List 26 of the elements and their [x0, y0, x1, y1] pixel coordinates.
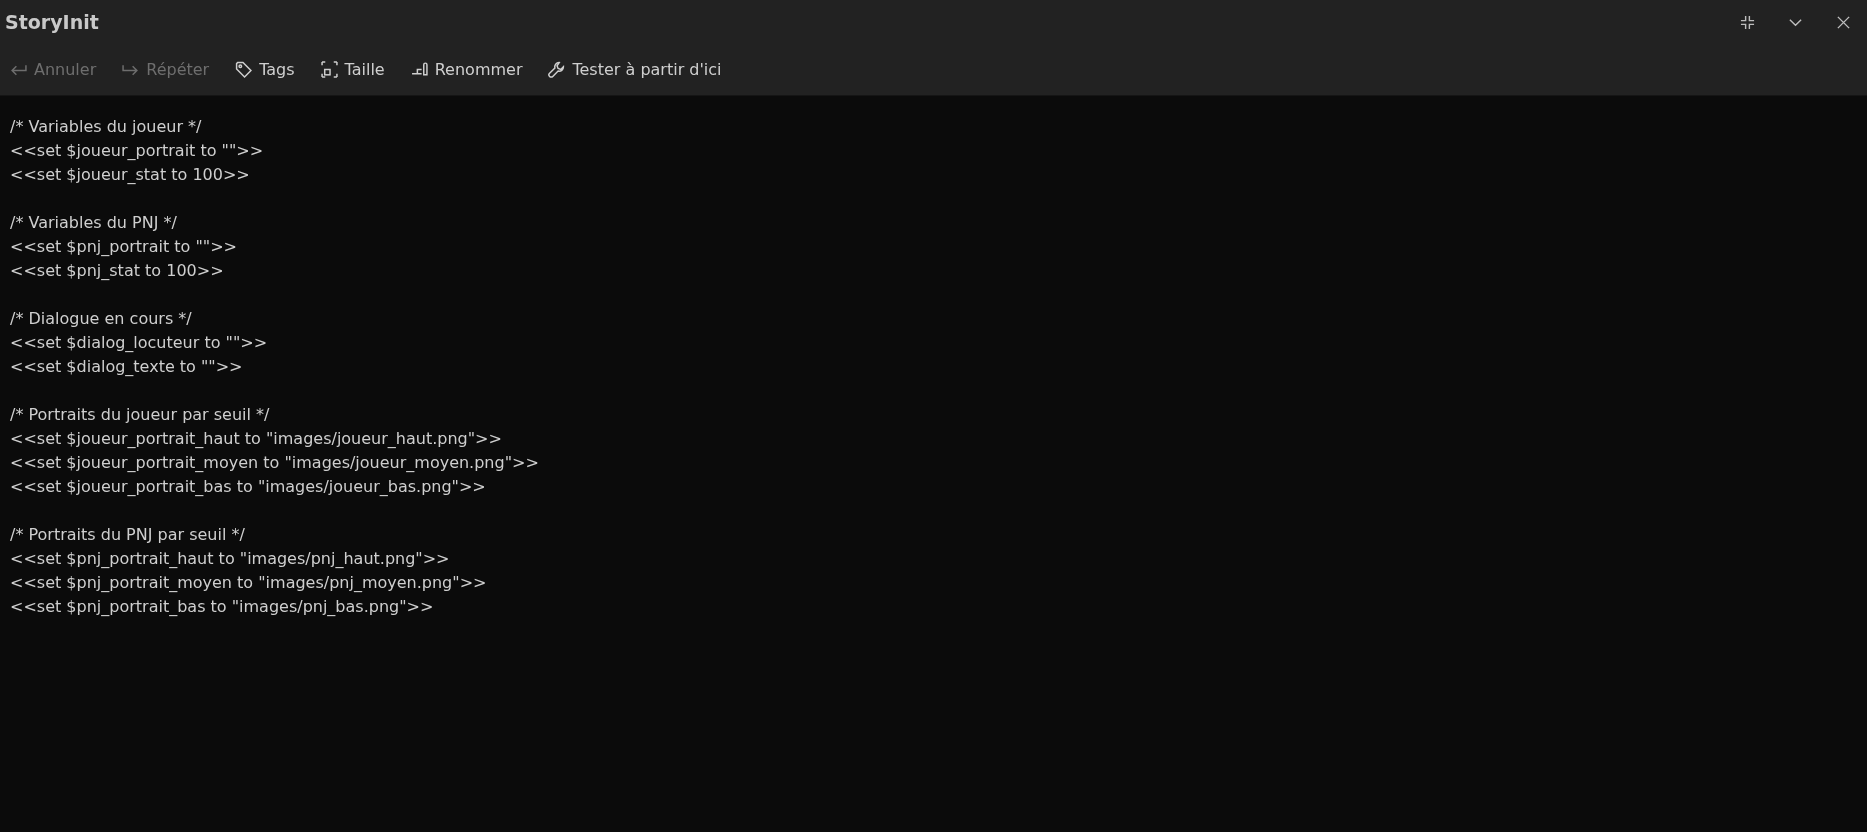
code-line: <<set $joueur_portrait_bas to "images/joueur_bas.png">> [10, 476, 486, 498]
window-title: StoryInit [5, 9, 99, 35]
toolbar-button[interactable]: Renommer [404, 53, 529, 86]
code-line: <<set $pnj_portrait_bas to "images/pnj_bas.png">> [10, 596, 434, 618]
code-line: /* Portraits du joueur par seuil */ [10, 404, 270, 426]
code-line: /* Dialogue en cours */ [10, 308, 192, 330]
code-line: /* Portraits du PNJ par seuil */ [10, 524, 245, 546]
code-line: /* Variables du PNJ */ [10, 212, 177, 234]
resize-icon [320, 61, 338, 78]
code-line: <<set $pnj_stat to 100>> [10, 260, 224, 282]
tag-icon [235, 61, 253, 78]
toolbar-button[interactable]: Tester à partir d'ici [542, 53, 728, 86]
wrench-icon [548, 61, 566, 78]
code-line: <<set $pnj_portrait_moyen to "images/pnj_moyen.png">> [10, 572, 487, 594]
code-line: <<set $joueur_portrait to "">> [10, 140, 264, 162]
pencil-icon [410, 61, 428, 78]
code-line: <<set $joueur_portrait_haut to "images/joueur_haut.png">> [10, 428, 502, 450]
code-line: /* Variables du joueur */ [10, 116, 202, 138]
code-line: <<set $joueur_stat to 100>> [10, 164, 250, 186]
toolbar-button[interactable]: Taille [314, 53, 391, 86]
code-line: <<set $pnj_portrait to "">> [10, 236, 237, 258]
code-line: <<set $dialog_locuteur to "">> [10, 332, 268, 354]
code-line: <<set $pnj_portrait_haut to "images/pnj_haut.png">> [10, 548, 450, 570]
code-line: <<set $dialog_texte to "">> [10, 356, 243, 378]
toolbar-button[interactable]: Tags [229, 53, 301, 86]
code-line: <<set $joueur_portrait_moyen to "images/joueur_moyen.png">> [10, 452, 539, 474]
